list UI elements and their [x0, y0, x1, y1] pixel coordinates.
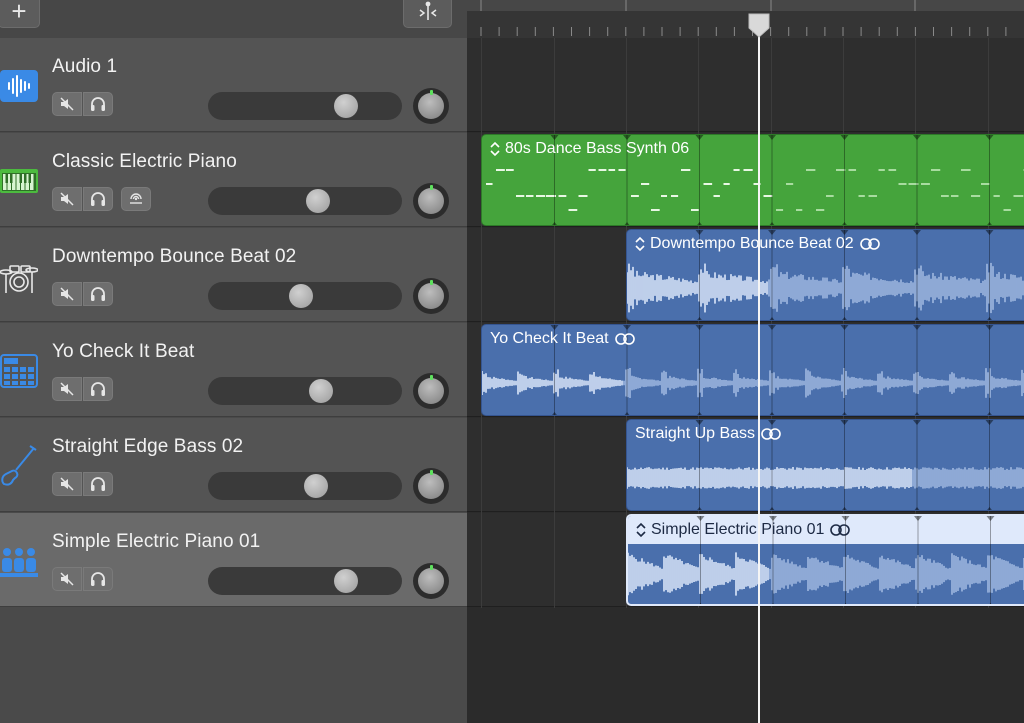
mute-button[interactable] [52, 567, 82, 591]
track-name[interactable]: Downtempo Bounce Beat 02 [52, 246, 296, 268]
volume-slider-thumb[interactable] [309, 379, 333, 403]
headphones-icon [91, 477, 105, 491]
pan-knob[interactable] [413, 563, 449, 599]
midi-region[interactable]: 80s Dance Bass Synth 06 [481, 134, 1024, 226]
mute-button[interactable] [52, 92, 82, 116]
loop-icon [614, 333, 635, 345]
speaker-mute-icon [60, 572, 74, 586]
region-name: Simple Electric Piano 01 [651, 521, 825, 538]
add-track-button[interactable]: + [0, 0, 40, 28]
track-header-toolbar: + [0, 0, 467, 38]
region-name: Straight Up Bass [635, 425, 756, 442]
volume-slider-thumb[interactable] [304, 474, 328, 498]
drum-machine-icon [0, 353, 38, 389]
timeline-area[interactable]: 80s Dance Bass Synth 06 Downtempo Bounce… [467, 0, 1024, 723]
track-name[interactable]: Classic Electric Piano [52, 151, 237, 173]
pan-knob[interactable] [413, 468, 449, 504]
playhead-line[interactable] [758, 20, 760, 723]
loop-icon [859, 238, 880, 250]
speaker-mute-icon [60, 287, 74, 301]
ruler-ticks [480, 0, 1007, 36]
audio-region[interactable]: Downtempo Bounce Beat 02 [626, 229, 1024, 321]
volume-slider[interactable] [208, 282, 402, 310]
solo-headphones-button[interactable] [83, 92, 113, 116]
loop-icon [761, 428, 781, 440]
pan-knob[interactable] [413, 88, 449, 124]
volume-slider-thumb[interactable] [306, 189, 330, 213]
track-header[interactable]: Audio 1 [0, 38, 467, 132]
speaker-mute-icon [60, 97, 74, 111]
plus-icon: + [11, 0, 27, 26]
speaker-mute-icon [60, 192, 74, 206]
region-name: 80s Dance Bass Synth 06 [505, 140, 690, 157]
region-arrows-icon [635, 236, 645, 252]
headphones-icon [91, 572, 105, 586]
track-name[interactable]: Yo Check It Beat [52, 341, 194, 363]
track-header[interactable]: Downtempo Bounce Beat 02 [0, 228, 467, 322]
audio-region-selected[interactable]: Simple Electric Piano 01 [626, 514, 1024, 606]
solo-headphones-button[interactable] [83, 567, 113, 591]
speaker-mute-icon [60, 382, 74, 396]
volume-slider[interactable] [208, 567, 402, 595]
mute-button[interactable] [52, 472, 82, 496]
mute-button[interactable] [52, 377, 82, 401]
band-icon [0, 543, 38, 579]
pan-knob[interactable] [413, 278, 449, 314]
speaker-mute-icon [60, 477, 74, 491]
region-arrows-icon [490, 141, 500, 157]
volume-slider[interactable] [208, 187, 402, 215]
track-name[interactable]: Simple Electric Piano 01 [52, 531, 260, 553]
mute-button[interactable] [52, 282, 82, 306]
keyboard-icon [0, 163, 38, 199]
volume-slider-thumb[interactable] [334, 94, 358, 118]
track-header-selected[interactable]: Simple Electric Piano 01 [0, 513, 467, 607]
volume-slider[interactable] [208, 92, 402, 120]
input-monitor-button[interactable] [121, 187, 151, 211]
track-header[interactable]: Yo Check It Beat [0, 323, 467, 417]
solo-headphones-button[interactable] [83, 377, 113, 401]
mute-button[interactable] [52, 187, 82, 211]
input-monitor-icon [130, 193, 142, 204]
solo-headphones-button[interactable] [83, 187, 113, 211]
solo-headphones-button[interactable] [83, 472, 113, 496]
region-name: Yo Check It Beat [490, 330, 609, 347]
track-header[interactable]: Classic Electric Piano [0, 133, 467, 227]
audio-region[interactable]: Yo Check It Beat [481, 324, 1024, 416]
pan-knob[interactable] [413, 373, 449, 409]
track-header[interactable]: Straight Edge Bass 02 [0, 418, 467, 512]
region-name: Downtempo Bounce Beat 02 [650, 235, 854, 252]
headphones-icon [91, 97, 105, 111]
playhead-handle[interactable] [747, 12, 771, 38]
drum-kit-icon [0, 258, 38, 294]
audio-region[interactable]: Straight Up Bass [626, 419, 1024, 511]
headphones-icon [91, 192, 105, 206]
playhead-catch-button[interactable] [403, 0, 452, 28]
volume-slider[interactable] [208, 472, 402, 500]
loop-icon [830, 524, 851, 536]
track-header-list: + Audio 1 Classic Electric Piano Downtem… [0, 0, 467, 723]
volume-slider[interactable] [208, 377, 402, 405]
timeline-ruler[interactable] [467, 0, 1024, 38]
solo-headphones-button[interactable] [83, 282, 113, 306]
volume-slider-thumb[interactable] [334, 569, 358, 593]
pan-knob[interactable] [413, 183, 449, 219]
playhead-catch-icon [419, 1, 436, 20]
volume-slider-thumb[interactable] [289, 284, 313, 308]
waveform-icon [0, 68, 38, 104]
track-lane[interactable] [467, 38, 1024, 132]
region-arrows-icon [636, 522, 646, 538]
headphones-icon [91, 287, 105, 301]
track-name[interactable]: Straight Edge Bass 02 [52, 436, 243, 458]
bass-guitar-icon [0, 445, 38, 486]
track-name[interactable]: Audio 1 [52, 56, 117, 78]
headphones-icon [91, 382, 105, 396]
